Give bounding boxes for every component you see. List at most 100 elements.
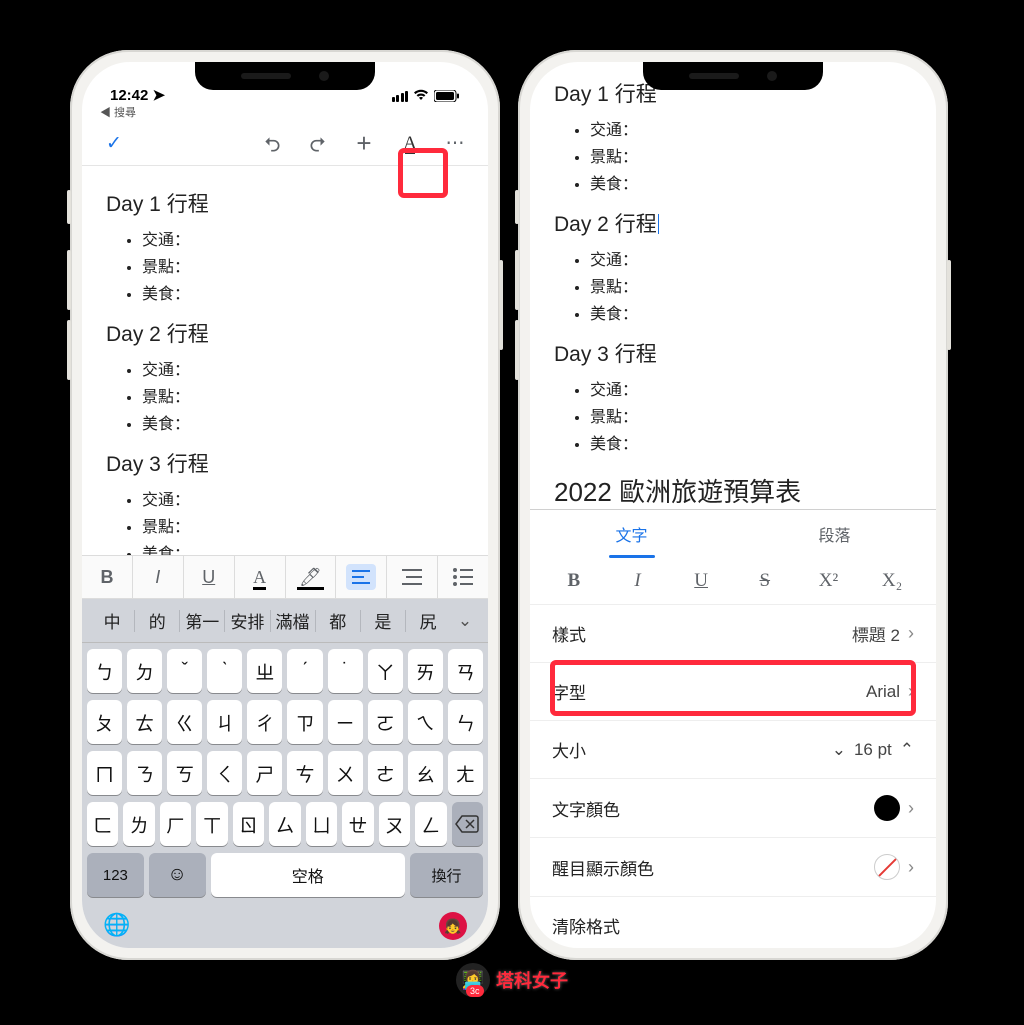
suggestion[interactable]: 的 (135, 608, 179, 633)
key[interactable]: ㄡ (379, 802, 410, 846)
key[interactable]: ㄊ (127, 700, 162, 744)
key-123[interactable]: 123 (87, 853, 144, 897)
key[interactable]: ㄋ (127, 751, 162, 795)
tab-text[interactable]: 文字 (530, 510, 733, 558)
done-button[interactable]: ✓ (96, 126, 132, 162)
add-button[interactable]: + (346, 126, 382, 162)
suggestion[interactable]: 尻 (406, 608, 450, 633)
key[interactable]: ㄈ (87, 802, 118, 846)
key[interactable]: ㄘ (287, 751, 322, 795)
key[interactable]: ˇ (167, 649, 202, 693)
document-body[interactable]: Day 1 行程 交通： 景點： 美食： Day 2 行程 交通： 景點： 美食… (530, 64, 936, 509)
suggestion[interactable]: 第一 (180, 608, 224, 633)
list-item[interactable]: 交通： (590, 246, 912, 270)
redo-button[interactable] (300, 126, 336, 162)
list-item[interactable]: 美食： (142, 410, 464, 434)
key-emoji[interactable]: ☺ (149, 853, 206, 897)
key[interactable]: ㄒ (196, 802, 227, 846)
key[interactable]: ㄑ (207, 751, 242, 795)
italic-button[interactable]: I (133, 556, 184, 598)
key[interactable]: ㄅ (87, 649, 122, 693)
list-item[interactable]: 景點： (142, 253, 464, 277)
list-item[interactable]: 交通： (142, 356, 464, 380)
key[interactable]: ㄠ (408, 751, 443, 795)
key[interactable]: ˋ (207, 649, 242, 693)
list-item[interactable]: 景點： (142, 383, 464, 407)
key[interactable]: ㄙ (269, 802, 300, 846)
heading-day3[interactable]: Day 3 行程 (554, 338, 912, 368)
suggestions-expand[interactable]: ⌄ (450, 611, 480, 631)
list-item[interactable]: 交通： (590, 376, 912, 400)
key[interactable]: ㄛ (368, 700, 403, 744)
bullet-list-button[interactable] (438, 556, 488, 598)
list-item[interactable]: 交通： (142, 486, 464, 510)
italic-button[interactable]: I (617, 570, 657, 592)
key[interactable]: ㄣ (448, 700, 483, 744)
document-body[interactable]: Day 1 行程 交通： 景點： 美食： Day 2 行程 交通： 景點： 美食… (82, 166, 488, 555)
key[interactable]: ㄜ (368, 751, 403, 795)
text-color-row[interactable]: 文字顏色 › (530, 779, 936, 837)
suggestion[interactable]: 滿檔 (271, 608, 315, 633)
key[interactable]: ㄍ (167, 700, 202, 744)
suggestion[interactable]: 安排 (225, 608, 269, 633)
heading-day3[interactable]: Day 3 行程 (106, 448, 464, 478)
list-item[interactable]: 景點： (590, 403, 912, 427)
highlight-button[interactable]: 🖊 (286, 556, 337, 598)
key[interactable]: ㄖ (233, 802, 264, 846)
key[interactable]: ˊ (287, 649, 322, 693)
text-color-button[interactable]: A (235, 556, 286, 598)
key[interactable]: ㄇ (87, 751, 122, 795)
key[interactable]: ㄢ (448, 649, 483, 693)
globe-icon[interactable]: 🌐 (103, 912, 130, 940)
align-left-button[interactable] (336, 556, 387, 598)
key[interactable]: ˙ (328, 649, 363, 693)
key-delete[interactable] (452, 802, 483, 846)
heading-day2[interactable]: Day 2 行程 (106, 318, 464, 348)
highlight-color-row[interactable]: 醒目顯示顏色 › (530, 838, 936, 896)
list-item[interactable]: 美食： (142, 280, 464, 304)
list-item[interactable]: 美食： (590, 170, 912, 194)
suggestion[interactable]: 中 (90, 608, 134, 633)
key[interactable]: ㄉ (127, 649, 162, 693)
underline-button[interactable]: U (184, 556, 235, 598)
key[interactable]: ㄞ (408, 649, 443, 693)
align-justify-button[interactable] (387, 556, 438, 598)
key[interactable]: ㄓ (247, 649, 282, 693)
key[interactable]: ㄗ (287, 700, 322, 744)
key[interactable]: ㄐ (207, 700, 242, 744)
list-item[interactable]: 景點： (142, 513, 464, 537)
suggestion[interactable]: 都 (316, 608, 360, 633)
key[interactable]: ㄩ (306, 802, 337, 846)
key[interactable]: ㄕ (247, 751, 282, 795)
list-item[interactable]: 美食： (142, 540, 464, 555)
key[interactable]: ㄌ (123, 802, 154, 846)
key-enter[interactable]: 換行 (410, 853, 483, 897)
heading-budget[interactable]: 2022 歐洲旅遊預算表 (554, 472, 912, 509)
list-item[interactable]: 景點： (590, 273, 912, 297)
style-row[interactable]: 樣式 標題 2› (530, 605, 936, 662)
clear-format-row[interactable]: 清除格式 (530, 897, 936, 938)
key[interactable]: ㄔ (247, 700, 282, 744)
key[interactable]: ㄟ (408, 700, 443, 744)
bold-button[interactable]: B (554, 570, 594, 592)
back-to-search[interactable]: ◀ 搜尋 (82, 104, 488, 122)
memoji-icon[interactable]: 👧 (439, 912, 467, 940)
key[interactable]: ㄏ (160, 802, 191, 846)
superscript-button[interactable]: X² (808, 570, 848, 592)
key[interactable]: ㄥ (415, 802, 446, 846)
undo-button[interactable] (254, 126, 290, 162)
heading-day2[interactable]: Day 2 行程 (554, 208, 912, 238)
key[interactable]: ㄝ (342, 802, 373, 846)
size-decrease[interactable]: ⌄ (832, 740, 846, 760)
underline-button[interactable]: U (681, 570, 721, 592)
list-item[interactable]: 交通： (142, 226, 464, 250)
bold-button[interactable]: B (82, 556, 133, 598)
key[interactable]: ㄎ (167, 751, 202, 795)
subscript-button[interactable]: X₂ (872, 570, 912, 592)
key[interactable]: ㄚ (368, 649, 403, 693)
key[interactable]: ㄨ (328, 751, 363, 795)
list-item[interactable]: 景點： (590, 143, 912, 167)
list-item[interactable]: 美食： (590, 430, 912, 454)
key-space[interactable]: 空格 (211, 853, 406, 897)
list-item[interactable]: 交通： (590, 116, 912, 140)
